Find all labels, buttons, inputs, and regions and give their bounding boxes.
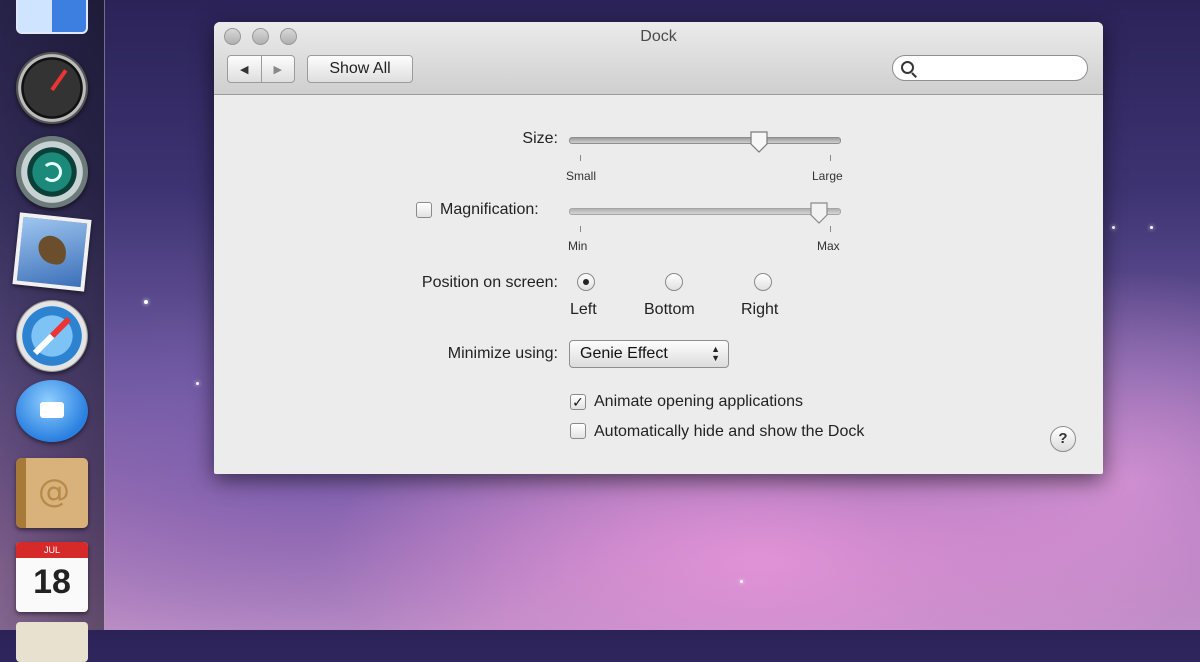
position-bottom-radio[interactable] — [665, 273, 683, 291]
ical-icon[interactable]: JUL 18 — [16, 542, 88, 612]
time-machine-icon[interactable] — [16, 136, 88, 208]
position-left-radio[interactable] — [577, 273, 595, 291]
preferences-content: Size: Small Large Magnification: Min Max… — [214, 95, 1103, 474]
size-slider-thumb[interactable] — [749, 131, 769, 153]
star — [196, 382, 199, 385]
autohide-label: Automatically hide and show the Dock — [594, 423, 865, 440]
autohide-checkbox[interactable] — [570, 423, 586, 439]
address-book-icon[interactable] — [16, 458, 88, 528]
minimize-effect-value: Genie Effect — [580, 345, 668, 362]
minimize-effect-popup[interactable]: Genie Effect ▲ ▼ — [569, 340, 729, 368]
size-min-label: Small — [566, 169, 597, 183]
position-right-label: Right — [741, 301, 779, 318]
magnification-slider-track[interactable] — [569, 208, 841, 215]
window-title: Dock — [640, 28, 677, 45]
magnification-slider-thumb[interactable] — [809, 202, 829, 224]
back-button[interactable]: ◀ — [228, 56, 261, 82]
magnification-min-label: Min — [568, 239, 588, 253]
search-icon — [901, 61, 914, 74]
dock-partial-icon[interactable] — [16, 622, 88, 662]
back-forward-control: ◀ ▶ — [227, 55, 295, 83]
ichat-icon[interactable] — [16, 380, 88, 442]
ical-month: JUL — [16, 542, 88, 558]
finder-icon[interactable] — [16, 0, 88, 34]
magnification-max-label: Max — [817, 239, 840, 253]
help-button[interactable]: ? — [1050, 426, 1076, 452]
size-label: Size: — [522, 130, 558, 147]
safari-icon[interactable] — [16, 300, 88, 372]
forward-button[interactable]: ▶ — [260, 56, 295, 82]
popup-arrows-icon: ▲ ▼ — [711, 344, 720, 363]
animate-label: Animate opening applications — [594, 393, 804, 410]
position-label: Position on screen: — [421, 274, 558, 291]
window-toolbar: Dock ◀ ▶ Show All — [214, 22, 1103, 95]
magnification-label: Magnification: — [440, 201, 539, 218]
position-left-label: Left — [570, 301, 597, 318]
search-field[interactable] — [892, 55, 1088, 81]
star — [144, 300, 148, 304]
minimize-label: Minimize using: — [447, 345, 558, 362]
position-right-radio[interactable] — [754, 273, 772, 291]
dashboard-icon[interactable] — [16, 52, 88, 124]
position-bottom-label: Bottom — [644, 301, 695, 318]
show-all-button[interactable]: Show All — [307, 55, 413, 83]
magnification-tick-min — [580, 226, 581, 232]
size-max-label: Large — [812, 169, 843, 183]
size-tick-min — [580, 155, 581, 161]
dock-preferences-window: Dock ◀ ▶ Show All Size: Small Large Magn… — [214, 22, 1103, 474]
magnification-checkbox[interactable] — [416, 202, 432, 218]
animate-checkbox[interactable]: ✓ — [570, 394, 586, 410]
star — [1112, 226, 1115, 229]
magnification-tick-max — [830, 226, 831, 232]
mail-icon[interactable] — [12, 212, 92, 292]
size-tick-max — [830, 155, 831, 161]
dock: JUL 18 — [0, 0, 105, 662]
ical-day: 18 — [33, 563, 71, 601]
star — [1150, 226, 1153, 229]
size-slider-track[interactable] — [569, 137, 841, 144]
star — [740, 580, 743, 583]
